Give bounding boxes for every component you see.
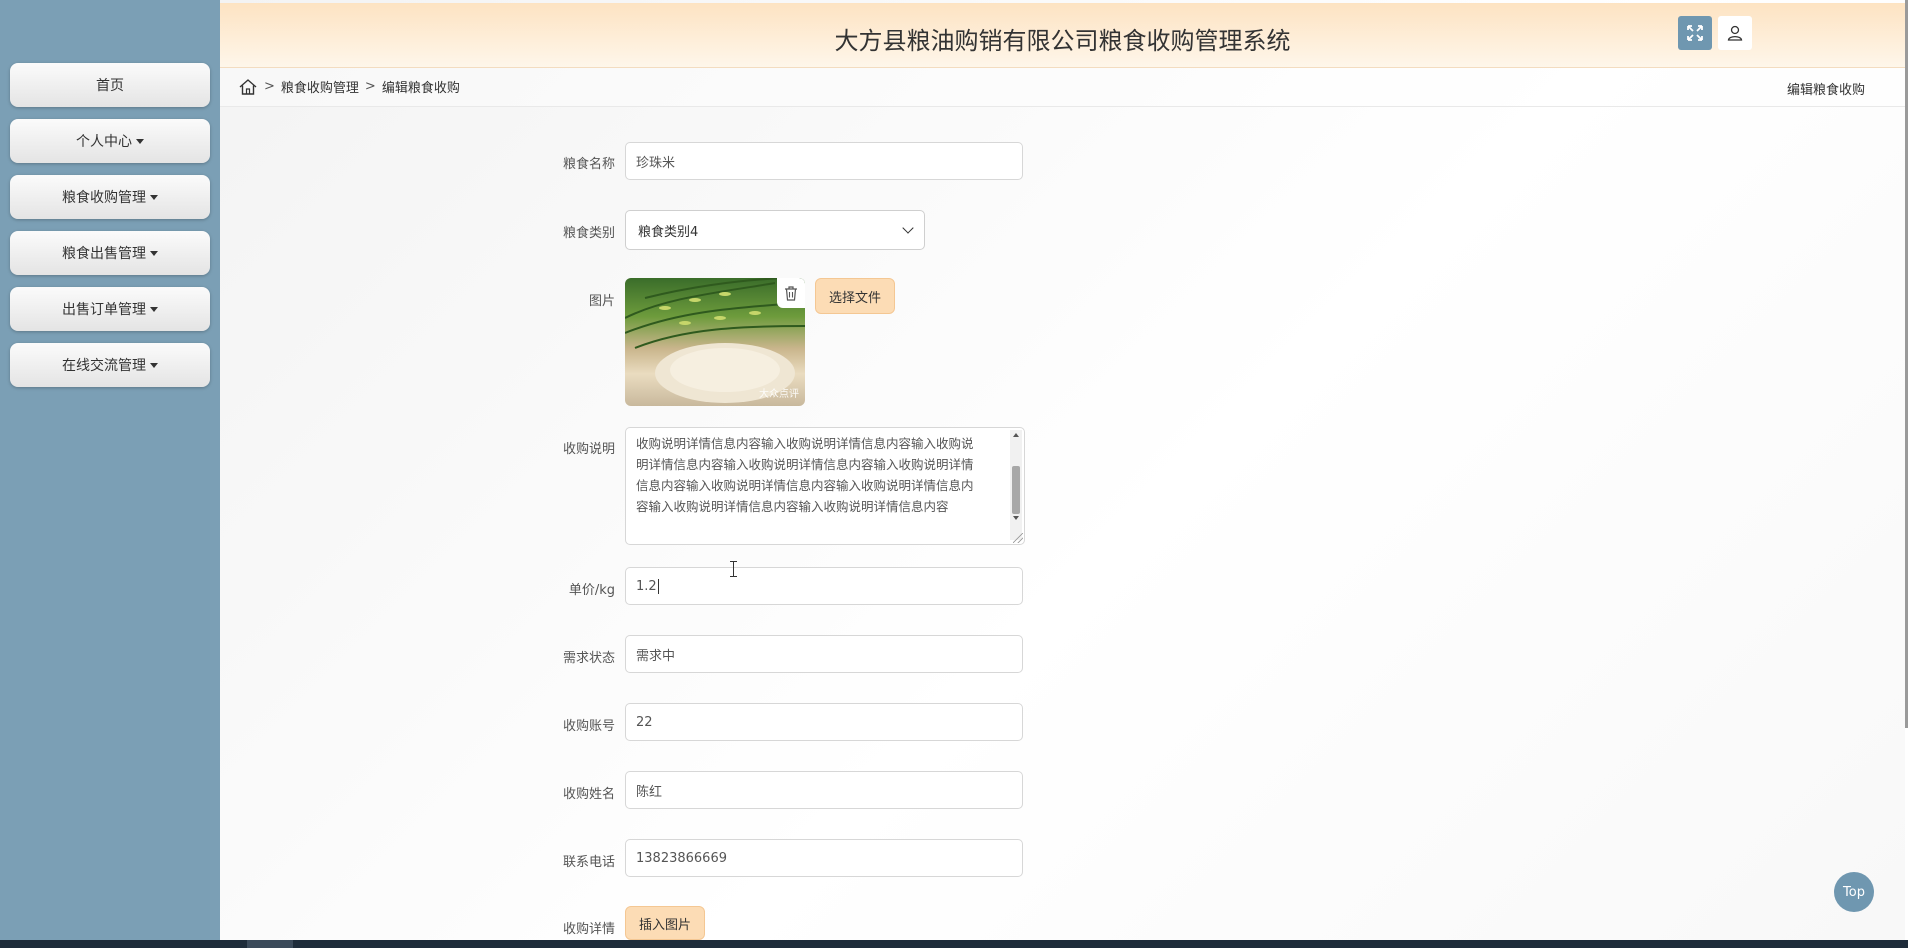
category-value: 粮食类别4: [638, 224, 699, 240]
buyer-name-field[interactable]: 陈红: [625, 771, 1023, 809]
sidebar-item-label: 在线交流管理: [62, 358, 146, 374]
choose-file-button[interactable]: 选择文件: [815, 278, 895, 314]
caret-down-icon: [150, 194, 158, 200]
expand-icon: [1687, 25, 1703, 41]
fullscreen-button[interactable]: [1678, 16, 1712, 50]
sidebar-item-online-chat[interactable]: 在线交流管理: [10, 343, 210, 387]
sidebar-item-grain-purchase[interactable]: 粮食收购管理: [10, 175, 210, 219]
scroll-down-icon[interactable]: [1013, 516, 1019, 520]
header: 大方县粮油购销有限公司粮食收购管理系统: [220, 3, 1905, 68]
sidebar: 首页 个人中心 粮食收购管理 粮食出售管理 出售订单管理 在线交流管理: [0, 0, 220, 940]
user-icon: [1727, 25, 1743, 41]
sidebar-item-label: 粮食出售管理: [62, 246, 146, 262]
price-value: 1.2: [636, 578, 657, 594]
phone-label: 联系电话: [562, 855, 615, 870]
sidebar-item-personal-center[interactable]: 个人中心: [10, 119, 210, 163]
breadcrumb-item-grain-purchase[interactable]: 粮食收购管理: [281, 77, 359, 96]
sidebar-item-home[interactable]: 首页: [10, 63, 210, 107]
breadcrumb-current-title: 编辑粮食收购: [1786, 83, 1865, 98]
detail-label: 收购详情: [562, 922, 615, 937]
choose-file-label: 选择文件: [828, 290, 881, 306]
insert-image-label: 插入图片: [638, 917, 691, 933]
name-value: 珍珠米: [636, 155, 676, 171]
account-value: 22: [636, 714, 653, 730]
sidebar-item-label: 出售订单管理: [62, 302, 146, 318]
breadcrumb: > 粮食收购管理 > 编辑粮食收购 编辑粮食收购: [220, 68, 1905, 107]
user-button[interactable]: [1718, 16, 1752, 50]
insert-image-button[interactable]: 插入图片: [625, 906, 705, 940]
status-label: 需求状态: [562, 651, 615, 666]
trash-icon: [785, 285, 797, 301]
account-label: 收购账号: [562, 719, 615, 734]
watermark: 大众点评: [759, 389, 799, 400]
grain-image: 大众点评: [625, 278, 805, 406]
category-select[interactable]: 粮食类别4: [625, 210, 925, 250]
name-field[interactable]: 珍珠米: [625, 142, 1023, 180]
main-content: 大方县粮油购销有限公司粮食收购管理系统 > 粮食收购管理 > 编辑粮食收购 编辑…: [220, 0, 1905, 940]
caret-down-icon: [136, 138, 144, 144]
sidebar-item-label: 粮食收购管理: [62, 190, 146, 206]
chevron-down-icon: [902, 222, 914, 234]
name-label: 粮食名称: [562, 157, 615, 172]
scroll-up-icon[interactable]: [1013, 433, 1019, 437]
status-field[interactable]: 需求中: [625, 635, 1023, 673]
delete-image-button[interactable]: [777, 278, 805, 308]
price-label: 单价/kg: [568, 583, 615, 598]
phone-value: 13823866669: [636, 850, 727, 866]
sidebar-item-sale-orders[interactable]: 出售订单管理: [10, 287, 210, 331]
resize-handle-icon[interactable]: [1013, 533, 1023, 543]
caret-down-icon: [150, 362, 158, 368]
taskbar-item[interactable]: [247, 940, 293, 948]
sidebar-item-grain-sale[interactable]: 粮食出售管理: [10, 231, 210, 275]
image-label: 图片: [588, 294, 615, 309]
top-label: Top: [1843, 884, 1865, 900]
page-title: 大方县粮油购销有限公司粮食收购管理系统: [834, 27, 1291, 55]
breadcrumb-separator: >: [364, 79, 376, 94]
scrollbar-thumb[interactable]: [1012, 466, 1020, 514]
sidebar-item-label: 首页: [96, 78, 124, 94]
description-label: 收购说明: [562, 442, 615, 457]
description-textarea[interactable]: 收购说明详情信息内容输入收购说明详情信息内容输入收购说明详情信息内容输入收购说明…: [625, 427, 1025, 545]
caret-cursor: [657, 578, 659, 594]
back-to-top-button[interactable]: Top: [1834, 872, 1874, 912]
description-value: 收购说明详情信息内容输入收购说明详情信息内容输入收购说明详情信息内容输入收购说明…: [636, 436, 974, 514]
breadcrumb-item-edit: 编辑粮食收购: [381, 81, 460, 96]
home-icon[interactable]: [238, 78, 258, 96]
price-field[interactable]: 1.2: [625, 567, 1023, 605]
breadcrumb-separator: >: [264, 79, 275, 94]
sidebar-item-label: 个人中心: [76, 134, 132, 150]
buyer-name-label: 收购姓名: [562, 787, 615, 802]
phone-field[interactable]: 13823866669: [625, 839, 1023, 877]
mouse-text-cursor: [730, 561, 737, 577]
account-field[interactable]: 22: [625, 703, 1023, 741]
caret-down-icon: [150, 306, 158, 312]
category-label: 粮食类别: [562, 226, 615, 241]
status-value: 需求中: [636, 648, 676, 664]
buyer-name-value: 陈红: [636, 784, 663, 800]
caret-down-icon: [150, 250, 158, 256]
textarea-scrollbar[interactable]: [1010, 430, 1022, 540]
